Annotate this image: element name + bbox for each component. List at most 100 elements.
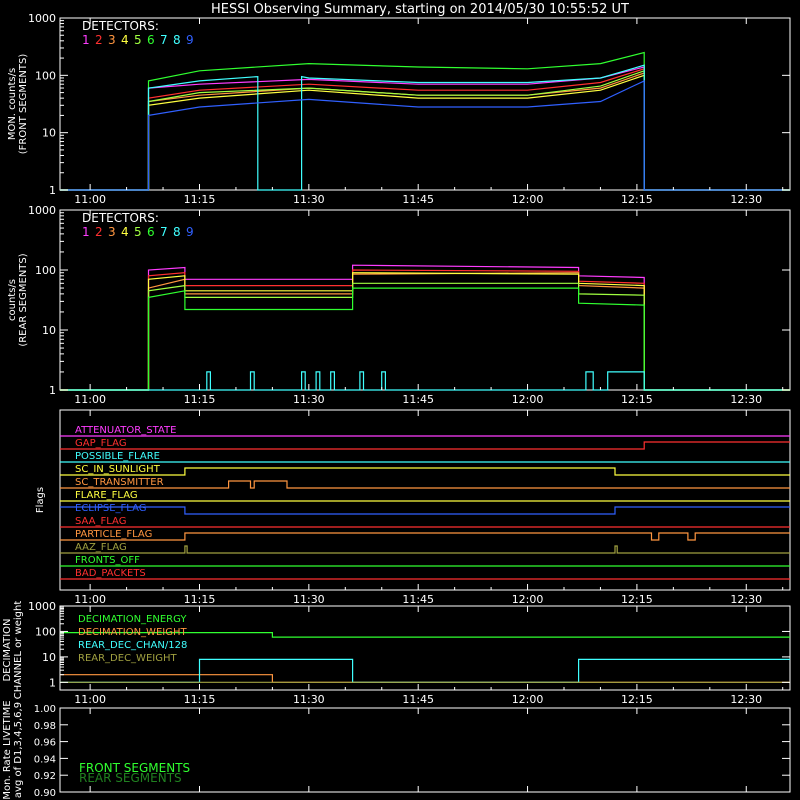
front-xtick-label: 11:00 (74, 193, 106, 206)
rear-ytick-label: 100 (35, 264, 56, 277)
livetime-ylabel-line: avg of D1,3,4,5,6,9 (13, 702, 24, 798)
front-ytick-label: 1000 (28, 12, 56, 25)
flag-label: SC_TRANSMITTER (75, 477, 164, 488)
flags-xtick-label: 12:00 (512, 593, 544, 606)
decim-ylabel: DECIMATIONCHANNEL or weight (2, 601, 24, 700)
livetime-legend-item: REAR SEGMENTS (79, 771, 182, 785)
flag-label: AAZ_FLAG (75, 542, 127, 553)
rear-series-1 (60, 264, 790, 391)
rear-series-3 (60, 272, 790, 391)
flags-xtick-label: 11:30 (293, 593, 325, 606)
decim-xtick-label: 11:15 (184, 693, 216, 706)
front-ytick-label: 1 (49, 184, 56, 197)
decim-ytick-label: 1 (49, 676, 56, 689)
rear-xtick-label: 12:00 (512, 393, 544, 406)
observing-summary-figure: HESSI Observing Summary, starting on 201… (2, 2, 791, 800)
rear-legend-item: 4 (121, 225, 129, 239)
decim-xtick-label: 12:30 (730, 693, 762, 706)
rear-legend-item: 7 (160, 225, 168, 239)
flag-label: PARTICLE_FLAG (75, 529, 152, 540)
decim-legend-item: DECIMATION_WEIGHT (78, 627, 187, 638)
front-legend-item: 5 (134, 33, 142, 47)
livetime-ytick-label: 0.98 (34, 721, 56, 732)
decim-ylabel-line: DECIMATION (2, 618, 13, 681)
livetime-ytick-label: 0.94 (34, 754, 56, 765)
front-ytick-label: 100 (35, 69, 56, 82)
decim-xtick-label: 11:30 (293, 693, 325, 706)
front-xtick-label: 11:15 (184, 193, 216, 206)
decim-legend-item: REAR_DEC_WEIGHT (78, 653, 177, 664)
flags-xtick-label: 12:30 (730, 593, 762, 606)
rear-panel-frame (59, 209, 791, 391)
flag-label: ECLIPSE_FLAG (75, 503, 146, 514)
flags-ylabel: Flags (35, 487, 46, 513)
livetime-panel: 0.900.920.940.960.981.00FRONT SEGMENTSRE… (2, 700, 791, 800)
figure-title: HESSI Observing Summary, starting on 201… (211, 2, 629, 17)
flag-trace (60, 441, 790, 450)
decim-legend-item: REAR_DEC_CHAN/128 (78, 640, 187, 651)
front-ylabel: MON. counts/s(FRONT SEGMENTS) (7, 54, 29, 155)
flag-trace (60, 467, 790, 476)
flags-xtick-label: 11:00 (74, 593, 106, 606)
rear-xtick-label: 12:30 (730, 393, 762, 406)
front-xtick-label: 12:00 (512, 193, 544, 206)
livetime-ytick-label: 1.00 (34, 704, 56, 715)
decimation-panel: DECIMATION_ENERGY DECIMATION_WEIGHT REAR_D… (2, 600, 791, 706)
rear-legend-item: 6 (147, 225, 155, 239)
front-series-4 (60, 74, 790, 191)
livetime-ylabel: Mon. Rate LIVETIMEavg of D1,3,4,5,6,9 (2, 700, 24, 799)
rear-series-4 (60, 272, 790, 391)
front-panel-frame (59, 17, 791, 191)
rear-xtick-label: 11:15 (184, 393, 216, 406)
livetime-ytick-label: 0.92 (34, 771, 56, 782)
rear-ytick-label: 10 (42, 324, 56, 337)
decim-ytick-label: 1000 (28, 600, 56, 613)
rear-xtick-label: 12:15 (621, 393, 653, 406)
rear-legend-item: 2 (95, 225, 103, 239)
rear-xtick-label: 11:30 (293, 393, 325, 406)
front-legend-item: 3 (108, 33, 116, 47)
front-legend-title: DETECTORS: (82, 19, 159, 33)
front-legend-item: 1 (82, 33, 90, 47)
decim-legend-item: DECIMATION_ENERGY (78, 614, 187, 625)
rear-ytick-label: 1000 (28, 204, 56, 217)
rear-series-6 (60, 287, 790, 391)
decim-ytick-label: 100 (35, 625, 56, 638)
front-legend-item: 4 (121, 33, 129, 47)
decim-ytick-label: 10 (42, 651, 56, 664)
flag-trace (60, 545, 790, 554)
rear-ylabel-line: (REAR SEGMENTS) (18, 253, 29, 346)
front-legend-item: 2 (95, 33, 103, 47)
front-legend-item: 8 (173, 33, 181, 47)
flag-label: POSSIBLE_FLARE (75, 451, 160, 462)
decim-ylabel-line: CHANNEL or weight (13, 601, 24, 700)
flag-trace (60, 506, 790, 515)
flag-label: ATTENUATOR_STATE (75, 425, 176, 436)
rear-segments-panel: 1 10 100 1000 11:00 11:15 11:30 11:45 12:00 12:15… (7, 204, 791, 406)
rear-ytick-label: 1 (49, 384, 56, 397)
livetime-ylabel-line: Mon. Rate LIVETIME (2, 700, 13, 799)
front-xtick-label: 11:45 (402, 193, 434, 206)
rear-xtick-label: 11:00 (74, 393, 106, 406)
flag-label: SC_IN_SUNLIGHT (75, 464, 161, 475)
rear-legend-item: 8 (173, 225, 181, 239)
flag-label: GAP_FLAG (75, 438, 127, 449)
rear-legend-item: 1 (82, 225, 90, 239)
front-ylabel-line: (FRONT SEGMENTS) (18, 54, 29, 155)
flag-label: SAA_FLAG (75, 516, 126, 527)
front-ylabel-line: MON. counts/s (7, 68, 18, 140)
flags-panel: 11:00 11:15 11:30 11:45 12:00 12:15 12:30 ATTEN… (35, 409, 791, 606)
flags-xtick-label: 12:15 (621, 593, 653, 606)
flag-label: BAD_PACKETS (75, 568, 146, 579)
front-xtick-label: 12:30 (730, 193, 762, 206)
front-series-6 (60, 51, 790, 191)
livetime-ytick-label: 0.90 (34, 788, 56, 799)
rear-series-7 (60, 371, 790, 391)
flags-xtick-label: 11:45 (402, 593, 434, 606)
front-legend-item: 6 (147, 33, 155, 47)
rear-legend-item: 5 (134, 225, 142, 239)
flag-label: FLARE_FLAG (75, 490, 138, 501)
decim-xtick-label: 11:45 (402, 693, 434, 706)
front-series-5 (60, 69, 790, 191)
livetime-ytick-label: 0.96 (34, 738, 56, 749)
